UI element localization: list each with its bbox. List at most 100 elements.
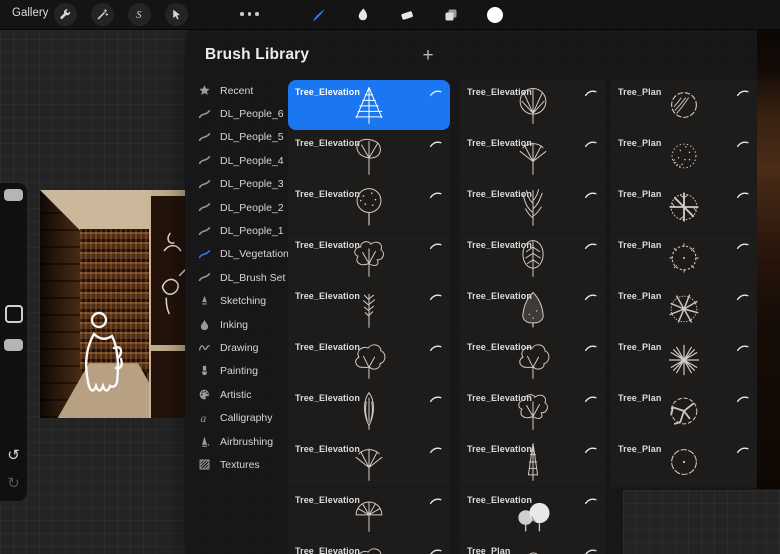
- ellipsis-icon[interactable]: [240, 12, 259, 16]
- brush-signature-icon: [584, 496, 597, 505]
- brush-cell[interactable]: Tree_Elevation: [288, 437, 450, 487]
- modify-button[interactable]: [5, 305, 23, 323]
- panel-title: Brush Library: [205, 46, 309, 64]
- brush-preview-round-pair-icon: [511, 491, 555, 535]
- add-brush-button[interactable]: +: [416, 44, 440, 68]
- brush-cell[interactable]: Tree_Plan: [611, 182, 757, 232]
- selection-button[interactable]: [128, 3, 151, 26]
- layers-button[interactable]: [442, 6, 459, 23]
- brush-cell[interactable]: Tree_Elevation: [288, 488, 450, 538]
- wrench-icon: [59, 8, 72, 21]
- color-swatch: [487, 7, 503, 23]
- eraser-icon: [399, 7, 415, 23]
- brush-cell[interactable]: Tree_Plan: [611, 284, 757, 334]
- brush-preview-oak-icon: [347, 542, 391, 554]
- brush-preview-cypress-icon: [347, 389, 391, 433]
- brush-signature-icon: [736, 343, 749, 352]
- redo-icon[interactable]: ↻: [0, 476, 27, 491]
- brush-name: Tree_Plan: [618, 393, 661, 403]
- undo-icon[interactable]: ↺: [0, 448, 27, 463]
- brush-signature-icon: [429, 292, 442, 301]
- brush-cell[interactable]: Tree_Elevation: [288, 233, 450, 283]
- brush-preview-sapling-icon: [347, 287, 391, 331]
- brush-grid-column: Tree_Elevation Tree_Elevation Tree_Eleva…: [460, 80, 605, 554]
- adjustments-button[interactable]: [91, 3, 114, 26]
- brush-signature-icon: [584, 190, 597, 199]
- brush-grid-column: Tree_Plan Tree_Plan Tree_Plan Tree_Plan …: [611, 80, 757, 488]
- brush-cell[interactable]: Tree_Elevation: [288, 386, 450, 436]
- brush-cell[interactable]: Tree_Elevation: [288, 131, 450, 181]
- brush-cell[interactable]: Tree_Elevation: [288, 335, 450, 385]
- brush-preview-plan-dotted-icon: [662, 134, 706, 178]
- brush-cell[interactable]: Tree_Elevation: [460, 386, 605, 436]
- brush-cell[interactable]: Tree_Elevation: [460, 182, 605, 232]
- brush-preview-oak-icon: [511, 338, 555, 382]
- brush-signature-icon: [736, 139, 749, 148]
- canvas-corner-patch[interactable]: [622, 489, 780, 554]
- brush-preview-fan-branches-icon: [347, 440, 391, 484]
- layers-icon: [443, 7, 459, 23]
- brush-preview-birch-icon: [511, 185, 555, 229]
- brush-opacity-slider[interactable]: [4, 339, 23, 351]
- brush-cell[interactable]: Tree_Plan: [460, 539, 605, 554]
- brush-signature-icon: [736, 394, 749, 403]
- brush-cell[interactable]: Tree_Elevation: [460, 284, 605, 334]
- selection-icon: [133, 8, 146, 21]
- brush-signature-icon: [429, 241, 442, 250]
- brush-cell[interactable]: Tree_Plan: [611, 437, 757, 487]
- brush-preview-tall-pine-icon: [511, 440, 555, 484]
- brush-name: Tree_Plan: [618, 87, 661, 97]
- brush-signature-icon: [584, 394, 597, 403]
- paint-tools-group: [310, 5, 503, 24]
- brush-signature-icon: [584, 241, 597, 250]
- gallery-button[interactable]: Gallery: [12, 7, 48, 19]
- smudge-button[interactable]: [354, 6, 371, 23]
- brush-preview-plan-cloud-icon: [511, 542, 555, 554]
- brush-preview-plan-radial-icon: [662, 287, 706, 331]
- brush-signature-icon: [736, 88, 749, 97]
- brush-cell[interactable]: Tree_Elevation: [460, 131, 605, 181]
- brush-preview-plan-branches-icon: [662, 185, 706, 229]
- brush-cell[interactable]: Tree_Elevation: [460, 437, 605, 487]
- brush-signature-icon: [429, 88, 442, 97]
- brush-cell[interactable]: Tree_Plan: [611, 80, 757, 130]
- brush-name: Tree_Plan: [467, 546, 510, 554]
- canvas-edge-strip[interactable]: [757, 29, 780, 489]
- brush-signature-icon: [429, 547, 442, 554]
- brush-preview-conifer-icon: [347, 83, 391, 127]
- brush-preview-ginkgo-icon: [347, 134, 391, 178]
- transform-button[interactable]: [165, 3, 188, 26]
- color-swatch-button[interactable]: [486, 6, 503, 23]
- brush-cell[interactable]: Tree_Plan: [611, 233, 757, 283]
- brush-cell[interactable]: Tree_Elevation: [288, 80, 450, 130]
- brush-cell[interactable]: Tree_Plan: [611, 335, 757, 385]
- brush-preview-plan-circle-icon: [662, 440, 706, 484]
- brush-preview-dandelion-icon: [347, 491, 391, 535]
- canvas-artwork[interactable]: [40, 190, 187, 418]
- brush-signature-icon: [429, 445, 442, 454]
- eraser-button[interactable]: [398, 6, 415, 23]
- brush-cell[interactable]: Tree_Elevation: [288, 284, 450, 334]
- paint-brush-icon: [311, 7, 327, 23]
- brush-grid: Tree_Elevation Tree_Elevation Tree_Eleva…: [185, 80, 757, 554]
- brush-cell[interactable]: Tree_Elevation: [288, 182, 450, 232]
- adjustments-icon: [96, 8, 109, 21]
- brush-cell[interactable]: Tree_Plan: [611, 131, 757, 181]
- brush-cell[interactable]: Tree_Elevation: [460, 233, 605, 283]
- brush-preview-plan-cracked-icon: [662, 389, 706, 433]
- brush-cell[interactable]: Tree_Elevation: [460, 80, 605, 130]
- brush-library-panel: Brush Library + Recent DL_People_6 DL_Pe…: [185, 29, 757, 554]
- brush-cell[interactable]: Tree_Elevation: [288, 539, 450, 554]
- brush-signature-icon: [429, 496, 442, 505]
- brush-cell[interactable]: Tree_Elevation: [460, 488, 605, 538]
- brush-name: Tree_Plan: [618, 444, 661, 454]
- brush-preview-oak-icon: [347, 338, 391, 382]
- paint-brush-button[interactable]: [310, 6, 327, 23]
- brush-signature-icon: [584, 445, 597, 454]
- wrench-button[interactable]: [54, 3, 77, 26]
- brush-signature-icon: [736, 445, 749, 454]
- brush-size-slider[interactable]: [4, 189, 23, 201]
- brush-cell[interactable]: Tree_Elevation: [460, 335, 605, 385]
- artwork-person-doodle: [40, 190, 187, 418]
- brush-cell[interactable]: Tree_Plan: [611, 386, 757, 436]
